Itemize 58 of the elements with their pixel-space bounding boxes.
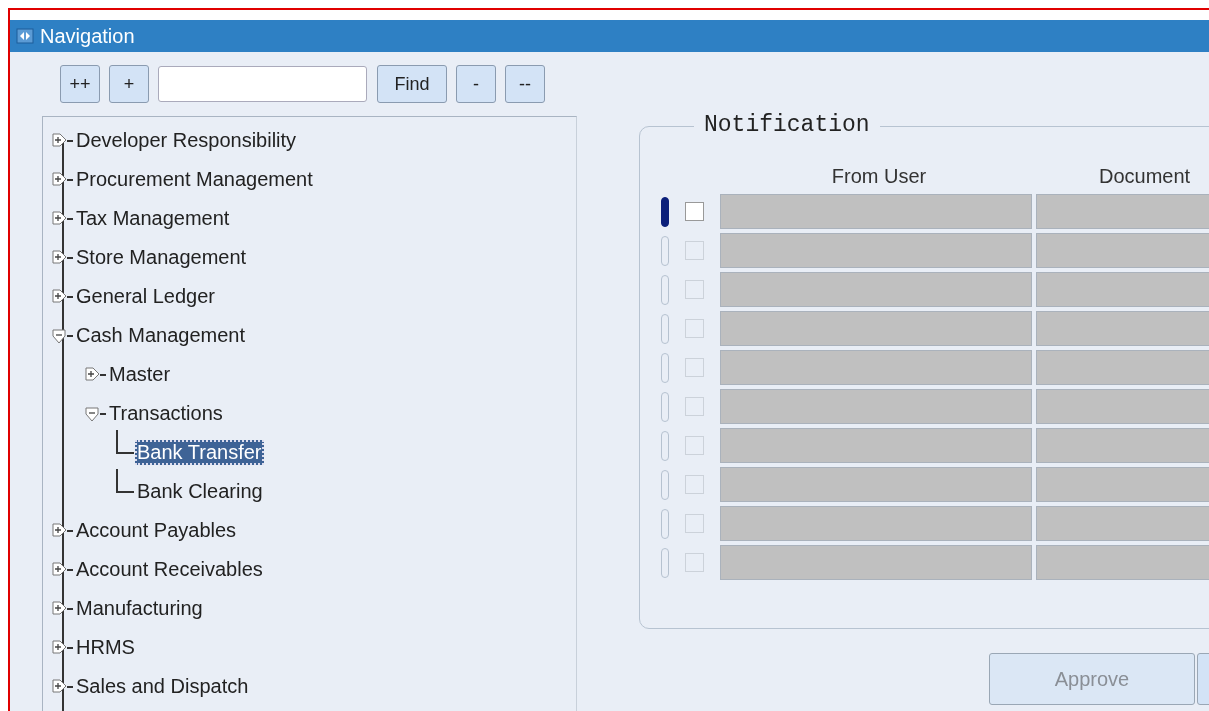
collapse-button[interactable]: --	[505, 65, 545, 103]
tree-item[interactable]: Bank Clearing	[135, 479, 265, 504]
record-indicator[interactable]	[661, 196, 669, 227]
table-cell[interactable]	[720, 545, 1032, 580]
tree-item[interactable]: Master	[107, 362, 173, 387]
collapse-button[interactable]: -	[456, 65, 496, 103]
checkbox[interactable]	[685, 358, 704, 377]
table-cell[interactable]	[720, 194, 1032, 229]
expand-icon[interactable]	[51, 287, 67, 306]
search-field[interactable]	[158, 66, 367, 102]
table-cell[interactable]	[720, 311, 1032, 346]
tree-item[interactable]: Bank Transfer	[135, 440, 264, 465]
table-cell[interactable]	[720, 467, 1032, 502]
table-cell[interactable]	[720, 350, 1032, 385]
tree-item[interactable]: General Ledger	[74, 284, 217, 309]
tree-item[interactable]: Cash Management	[74, 323, 247, 348]
expand-icon[interactable]	[51, 560, 67, 579]
checkbox[interactable]	[685, 475, 704, 494]
column-header: From User	[830, 165, 928, 188]
expand-icon[interactable]	[51, 521, 67, 540]
tree-item[interactable]: Tax Management	[74, 206, 232, 231]
expand-icon[interactable]	[51, 677, 67, 696]
checkbox[interactable]	[685, 319, 704, 338]
expand-icon[interactable]	[51, 599, 67, 618]
expand-icon[interactable]	[51, 131, 67, 150]
expand-icon[interactable]	[51, 209, 67, 228]
expand-button[interactable]: +	[109, 65, 149, 103]
tree-item[interactable]: Manufacturing	[74, 596, 205, 621]
tree-item[interactable]: Developer Responsibility	[74, 128, 299, 153]
tree-item[interactable]: Procurement Management	[74, 167, 315, 192]
collapse-icon[interactable]	[51, 326, 67, 345]
expand-icon[interactable]	[51, 638, 67, 657]
find-button[interactable]: Find	[377, 65, 447, 103]
tree-item[interactable]: Account Receivables	[74, 557, 265, 582]
tree-item[interactable]: Sales and Dispatch	[74, 674, 251, 699]
table-cell[interactable]	[720, 428, 1032, 463]
checkbox[interactable]	[685, 397, 704, 416]
tree-item[interactable]: HRMS	[74, 635, 137, 660]
column-header: Document	[1098, 165, 1192, 188]
tree-item[interactable]: Transactions	[107, 401, 225, 426]
tree-line	[116, 468, 134, 493]
checkbox[interactable]	[685, 553, 704, 572]
table-cell[interactable]	[720, 389, 1032, 424]
window-title: Navigation	[40, 24, 135, 48]
app-icon	[16, 27, 34, 45]
table-cell[interactable]	[720, 233, 1032, 268]
checkbox[interactable]	[685, 280, 704, 299]
checkbox[interactable]	[685, 241, 704, 260]
tree-item[interactable]: Store Management	[74, 245, 249, 270]
checkbox[interactable]	[685, 514, 704, 533]
checkbox[interactable]	[685, 436, 704, 455]
expand-button[interactable]: ++	[60, 65, 100, 103]
expand-icon[interactable]	[51, 248, 67, 267]
tree-item[interactable]: Account Payables	[74, 518, 239, 543]
table-cell[interactable]	[720, 272, 1032, 307]
table-cell[interactable]	[720, 506, 1032, 541]
checkbox[interactable]	[685, 202, 704, 221]
expand-icon[interactable]	[51, 170, 67, 189]
